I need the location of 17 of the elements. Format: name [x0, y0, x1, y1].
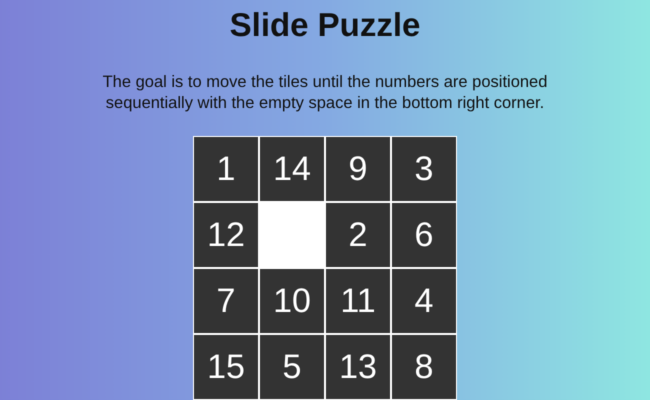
puzzle-tile[interactable]: 15: [194, 335, 258, 399]
puzzle-tile[interactable]: 3: [392, 137, 456, 201]
puzzle-tile[interactable]: 1: [194, 137, 258, 201]
puzzle-tile[interactable]: 13: [326, 335, 390, 399]
page-title: Slide Puzzle: [230, 6, 420, 44]
puzzle-tile[interactable]: 12: [194, 203, 258, 267]
puzzle-tile[interactable]: 7: [194, 269, 258, 333]
puzzle-tile[interactable]: 2: [326, 203, 390, 267]
puzzle-tile[interactable]: 9: [326, 137, 390, 201]
puzzle-tile[interactable]: 14: [260, 137, 324, 201]
puzzle-tile[interactable]: 6: [392, 203, 456, 267]
puzzle-tile[interactable]: 10: [260, 269, 324, 333]
puzzle-tile[interactable]: 8: [392, 335, 456, 399]
instructions-text: The goal is to move the tiles until the numbers are positioned sequentially with the empty space in the bottom right corner.: [102, 72, 548, 114]
puzzle-tile[interactable]: 5: [260, 335, 324, 399]
puzzle-tile[interactable]: 11: [326, 269, 390, 333]
puzzle-tile[interactable]: 4: [392, 269, 456, 333]
